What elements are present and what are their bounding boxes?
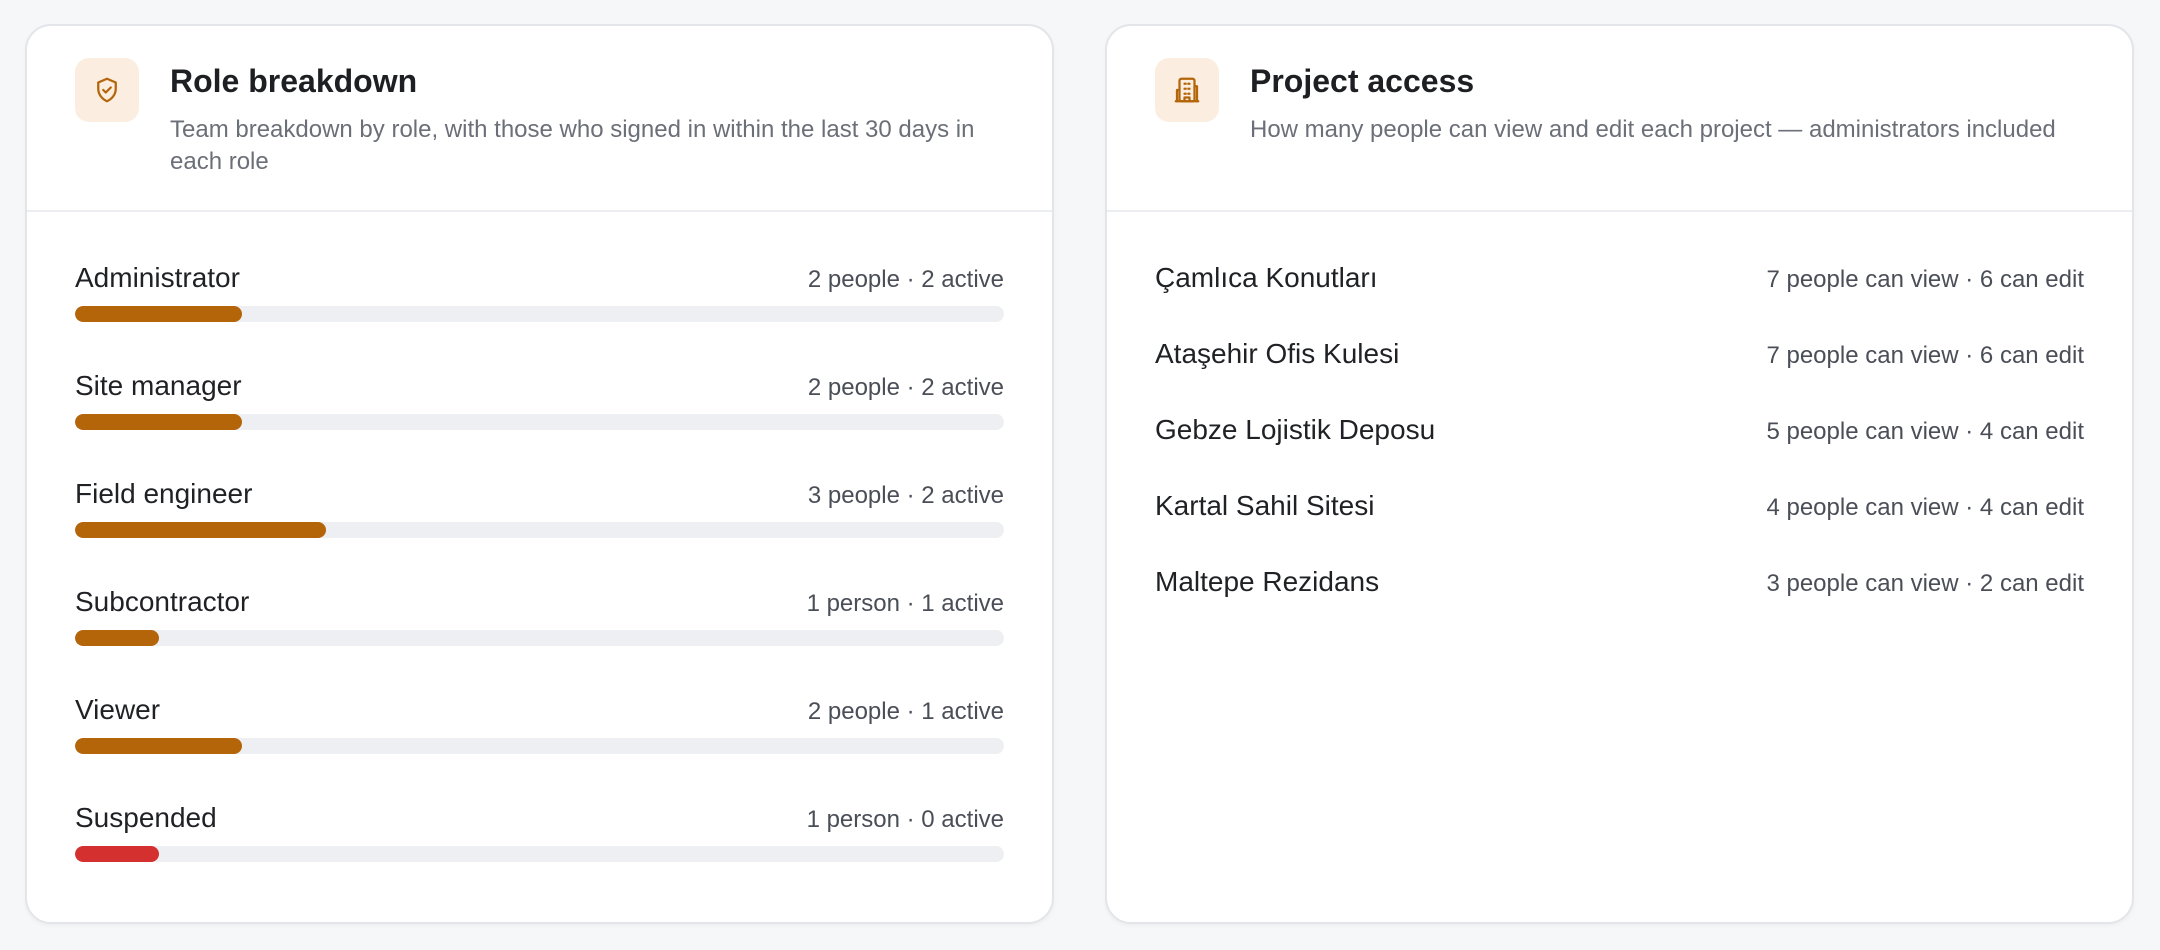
role-row-subcontractor: Subcontractor 1 person · 1 active <box>75 586 1004 694</box>
project-row: Maltepe Rezidans 3 people can view · 2 c… <box>1155 566 2084 642</box>
role-bar-track <box>75 630 1004 646</box>
role-bar-track <box>75 414 1004 430</box>
role-breakdown-subtitle: Team breakdown by role, with those who s… <box>170 116 975 175</box>
project-name: Maltepe Rezidans <box>1155 566 1380 597</box>
project-access-counts: 3 people can view · 2 can edit <box>1766 570 2084 597</box>
role-bar-fill <box>75 846 159 862</box>
role-row-administrator: Administrator 2 people · 2 active <box>75 262 1004 370</box>
role-bar-fill <box>75 738 243 754</box>
role-count: 2 people · 1 active <box>807 698 1004 725</box>
role-breakdown-card: Role breakdown Team breakdown by role, w… <box>25 24 1054 924</box>
role-name: Site manager <box>75 370 242 401</box>
role-count: 1 person · 1 active <box>806 590 1004 617</box>
role-row-viewer: Viewer 2 people · 1 active <box>75 694 1004 802</box>
project-name: Gebze Lojistik Deposu <box>1155 414 1436 445</box>
role-breakdown-header: Role breakdown Team breakdown by role, w… <box>27 26 1052 212</box>
shield-check-icon <box>75 58 139 122</box>
role-row-suspended: Suspended 1 person · 0 active <box>75 802 1004 910</box>
role-bar-track <box>75 846 1004 862</box>
project-access-counts: 5 people can view · 4 can edit <box>1766 418 2084 445</box>
role-name: Viewer <box>75 694 161 725</box>
role-bar-fill <box>75 414 243 430</box>
role-name: Administrator <box>75 262 240 293</box>
role-list: Administrator 2 people · 2 active Site m… <box>75 262 1004 910</box>
role-bar-fill <box>75 630 159 646</box>
project-access-header: Project access How many people can view … <box>1107 26 2132 212</box>
project-name: Ataşehir Ofis Kulesi <box>1155 338 1400 369</box>
role-count: 3 people · 2 active <box>807 482 1004 509</box>
project-row: Gebze Lojistik Deposu 5 people can view … <box>1155 414 2084 490</box>
project-name: Kartal Sahil Sitesi <box>1155 490 1375 521</box>
project-row: Ataşehir Ofis Kulesi 7 people can view ·… <box>1155 338 2084 414</box>
project-row: Çamlıca Konutları 7 people can view · 6 … <box>1155 262 2084 338</box>
role-name: Suspended <box>75 802 217 833</box>
role-name: Subcontractor <box>75 586 250 617</box>
role-bar-fill <box>75 306 243 322</box>
project-access-title: Project access <box>1250 63 1475 99</box>
project-access-counts: 7 people can view · 6 can edit <box>1766 266 2084 293</box>
project-name: Çamlıca Konutları <box>1155 262 1378 293</box>
project-access-counts: 7 people can view · 6 can edit <box>1766 342 2084 369</box>
role-row-field-engineer: Field engineer 3 people · 2 active <box>75 478 1004 586</box>
project-list: Çamlıca Konutları 7 people can view · 6 … <box>1155 262 2084 642</box>
role-bar-track <box>75 306 1004 322</box>
role-bar-track <box>75 522 1004 538</box>
project-access-card: Project access How many people can view … <box>1105 24 2134 924</box>
role-row-site-manager: Site manager 2 people · 2 active <box>75 370 1004 478</box>
project-row: Kartal Sahil Sitesi 4 people can view · … <box>1155 490 2084 566</box>
building-icon <box>1155 58 1219 122</box>
role-bar-track <box>75 738 1004 754</box>
role-breakdown-title: Role breakdown <box>170 63 418 99</box>
role-bar-fill <box>75 522 326 538</box>
role-count: 1 person · 0 active <box>806 806 1004 833</box>
role-count: 2 people · 2 active <box>807 374 1004 401</box>
project-access-subtitle: How many people can view and edit each p… <box>1250 116 2056 143</box>
role-name: Field engineer <box>75 478 253 509</box>
role-count: 2 people · 2 active <box>807 266 1004 293</box>
project-access-counts: 4 people can view · 4 can edit <box>1766 494 2084 521</box>
